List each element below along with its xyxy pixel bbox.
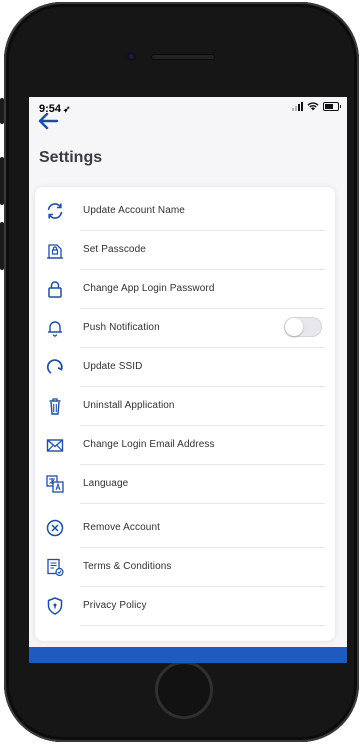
settings-item-label: Change Login Email Address [83, 439, 215, 450]
signal-icon [292, 102, 303, 111]
envelope-icon [46, 439, 64, 452]
settings-item-change-login-email[interactable]: Change Login Email Address [35, 426, 335, 465]
arrow-left-icon[interactable] [37, 112, 59, 130]
bell-icon [47, 321, 63, 337]
rotate-icon [46, 359, 63, 374]
refresh-icon [47, 203, 63, 219]
settings-item-label: Push Notification [83, 322, 160, 333]
settings-item-remove-account[interactable]: Remove Account [35, 509, 335, 548]
settings-item-label: Uninstall Application [83, 400, 175, 411]
location-icon: ➶ [63, 104, 71, 114]
status-bar: 9:54 ➶ [29, 97, 347, 119]
page-title: Settings [39, 149, 103, 166]
settings-item-terms-conditions[interactable]: Terms & Conditions [35, 548, 335, 587]
front-camera [127, 52, 136, 61]
settings-list: Update Account Name Set Passcode Change … [35, 187, 335, 641]
wifi-icon [307, 102, 319, 111]
divider [80, 503, 325, 504]
settings-item-push-notification[interactable]: Push Notification [35, 309, 335, 348]
toggle-knob [285, 318, 303, 336]
battery-icon [323, 102, 341, 111]
settings-item-change-app-login-password[interactable]: Change App Login Password [35, 270, 335, 309]
home-button[interactable] [155, 661, 213, 719]
app-screen: 9:54 ➶ Settings Update Account Name Set … [29, 97, 347, 663]
settings-item-label: Set Passcode [83, 244, 146, 255]
settings-item-uninstall-application[interactable]: Uninstall Application [35, 387, 335, 426]
volume-down-button [0, 222, 4, 270]
phone-frame: 9:54 ➶ Settings Update Account Name Set … [0, 2, 359, 742]
trash-icon [49, 398, 61, 415]
settings-item-label: Language [83, 478, 129, 489]
settings-item-update-ssid[interactable]: Update SSID [35, 348, 335, 387]
remove-circle-icon [46, 519, 64, 537]
settings-item-label: Remove Account [83, 522, 160, 533]
settings-item-privacy-policy[interactable]: Privacy Policy [35, 587, 335, 626]
push-notification-toggle[interactable] [284, 317, 322, 337]
divider [80, 625, 325, 626]
volume-up-button [0, 157, 4, 205]
shield-icon [47, 597, 63, 615]
settings-item-set-passcode[interactable]: Set Passcode [35, 231, 335, 270]
settings-item-label: Terms & Conditions [83, 561, 172, 572]
earpiece-speaker [151, 54, 215, 60]
settings-item-label: Update SSID [83, 361, 143, 372]
settings-item-update-account-name[interactable]: Update Account Name [35, 192, 335, 231]
lock-icon [48, 281, 62, 298]
document-check-icon [47, 558, 64, 577]
settings-item-label: Update Account Name [83, 205, 185, 216]
silent-switch [0, 98, 4, 124]
settings-item-label: Change App Login Password [83, 283, 215, 294]
settings-item-language[interactable]: Language [35, 465, 335, 504]
language-icon [46, 475, 64, 493]
bottom-bar [29, 647, 347, 663]
settings-item-label: Privacy Policy [83, 600, 147, 611]
passcode-icon [47, 244, 63, 259]
